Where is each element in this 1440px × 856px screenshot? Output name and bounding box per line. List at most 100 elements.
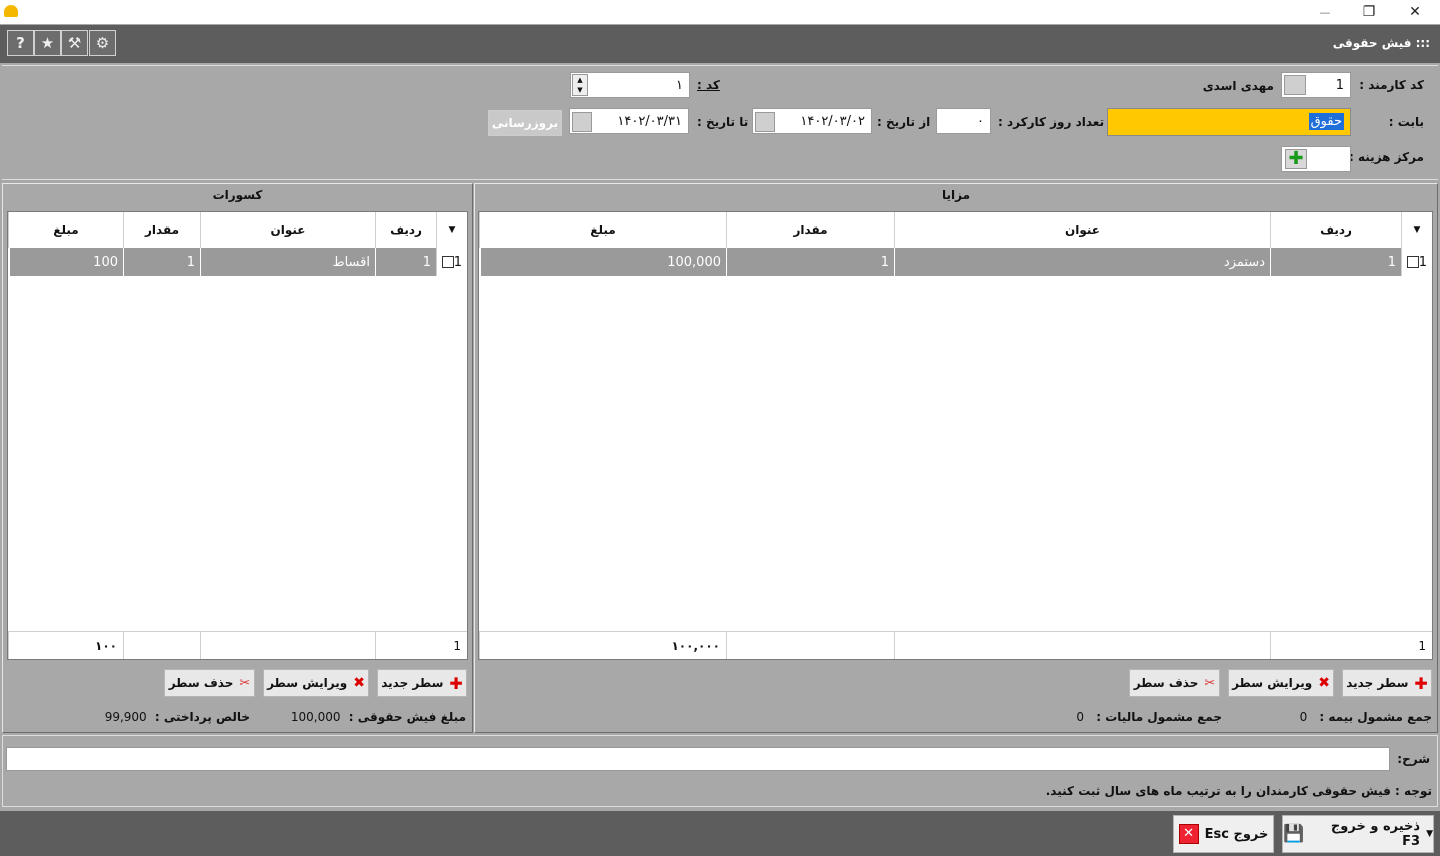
header-row-number[interactable]: ردیف (1270, 212, 1401, 248)
babat-value: حقوق (1308, 113, 1344, 130)
description-note: توجه : فیش حقوقی کارمندان را به ترتیب ما… (1045, 784, 1432, 798)
employee-lookup-button[interactable] (1284, 75, 1306, 95)
insurance-label: جمع مشمول بیمه : (1319, 710, 1432, 724)
description-label: شرح: (1397, 752, 1430, 766)
footer-title (894, 631, 1270, 659)
header-title[interactable]: عنوان (894, 212, 1270, 248)
slip-amount-label: مبلغ فیش حقوقی : (348, 710, 466, 724)
footer-count: 1 (375, 631, 467, 659)
benefits-title: مزایا (941, 188, 971, 202)
tax-value: 0 (1076, 710, 1085, 724)
code-label: کد : (697, 78, 720, 92)
insurance-value: 0 (1299, 710, 1308, 724)
footer-count: 1 (1270, 631, 1432, 659)
exit-button[interactable]: خروج Esc ✕ (1173, 815, 1274, 853)
deductions-grid: ▼ ردیف عنوان مقدار مبلغ 1 1 اقساط 1 100 … (7, 211, 468, 660)
to-date-picker-button[interactable] (572, 112, 592, 132)
button-label: حذف سطر (168, 676, 234, 690)
net-label: خالص پرداختی : (154, 710, 250, 724)
grid-menu-icon[interactable]: ▼ (436, 212, 467, 248)
net-value: 99,900 (104, 710, 147, 724)
header-row-number[interactable]: ردیف (375, 212, 436, 248)
exit-x-icon: ✕ (1178, 824, 1199, 844)
from-date-label: از تاریخ : (877, 115, 931, 129)
benefits-new-row-button[interactable]: ✚ سطر جدید (1342, 669, 1432, 697)
maximize-button[interactable]: ❐ (1346, 0, 1392, 24)
footer-amount: ۱۰۰ (8, 631, 123, 659)
delete-icon: ✂ (1204, 675, 1216, 691)
code-field[interactable]: ۱ (570, 72, 690, 98)
cell-amount[interactable]: 100 (9, 248, 123, 276)
description-input[interactable] (6, 747, 1390, 771)
to-date-label: تا تاریخ : (697, 115, 749, 129)
close-button[interactable]: ✕ (1392, 0, 1438, 24)
minimize-button[interactable]: — (1302, 0, 1348, 24)
header-amount[interactable]: مبلغ (479, 212, 726, 248)
edit-x-icon: ✖ (353, 675, 365, 691)
cell-title[interactable]: اقساط (200, 248, 375, 276)
cell-amount[interactable]: 100,000 (480, 248, 726, 276)
header-title[interactable]: عنوان (200, 212, 375, 248)
cell-qty[interactable]: 1 (726, 248, 894, 276)
deductions-edit-row-button[interactable]: ✖ ویرایش سطر (263, 669, 369, 697)
row-index: 1 (453, 254, 462, 270)
code-spinner[interactable]: ▲ ▼ (572, 74, 588, 96)
gear-icon[interactable]: ⚙ (89, 30, 116, 56)
grid-menu-icon[interactable]: ▼ (1401, 212, 1432, 248)
footer-title (200, 631, 375, 659)
cell-row-number[interactable]: 1 (1270, 248, 1401, 276)
footer-qty (123, 631, 200, 659)
header-amount[interactable]: مبلغ (8, 212, 123, 248)
employee-code-label: کد کارمند : (1359, 78, 1424, 92)
row-checkbox[interactable] (1407, 256, 1419, 268)
save-label: ذخیره و خروج F3 (1330, 819, 1421, 849)
button-label: سطر جدید (381, 676, 444, 690)
footer-qty (726, 631, 894, 659)
row-index: 1 (1418, 254, 1427, 270)
header-qty[interactable]: مقدار (123, 212, 200, 248)
insurance-total: جمع مشمول بیمه : 0 (1300, 710, 1432, 724)
button-label: سطر جدید (1346, 676, 1409, 690)
dropdown-arrow-icon: ▼ (1426, 829, 1433, 839)
work-days-label: تعداد روز کارکرد : (998, 115, 1105, 129)
from-date-picker-button[interactable] (755, 112, 775, 132)
save-exit-button[interactable]: ▼ ذخیره و خروج F3 💾 (1282, 815, 1434, 853)
cell-row-number[interactable]: 1 (375, 248, 436, 276)
cell-qty[interactable]: 1 (123, 248, 200, 276)
slip-amount: مبلغ فیش حقوقی : 100,000 (291, 710, 466, 724)
babat-field[interactable]: حقوق (1107, 108, 1351, 136)
star-icon[interactable]: ★ (34, 30, 61, 56)
window-titlebar: — ❐ ✕ (0, 0, 1440, 24)
button-label: حذف سطر (1133, 676, 1199, 690)
table-row[interactable]: 1 (436, 248, 467, 276)
header-qty[interactable]: مقدار (726, 212, 894, 248)
delete-icon: ✂ (239, 675, 251, 691)
benefits-edit-row-button[interactable]: ✖ ویرایش سطر (1228, 669, 1334, 697)
update-button[interactable]: بروزرسانی (488, 110, 562, 136)
work-days-field[interactable]: ۰ (936, 108, 991, 134)
deductions-title: کسورات (212, 188, 263, 202)
add-cost-center-icon[interactable]: ✚ (1285, 149, 1307, 169)
toolbar: ::: فیش حقوقی ? ★ ⚒ ⚙ (0, 25, 1440, 63)
from-date-value: ۱۴۰۲/۰۳/۰۲ (800, 113, 865, 129)
cell-title[interactable]: دستمزد (894, 248, 1270, 276)
tools-icon[interactable]: ⚒ (61, 30, 88, 56)
table-row[interactable]: 1 (1401, 248, 1432, 276)
work-days-value: ۰ (977, 113, 984, 129)
benefits-delete-row-button[interactable]: ✂ حذف سطر (1129, 669, 1220, 697)
app-logo-icon (4, 5, 18, 17)
row-checkbox[interactable] (442, 256, 454, 268)
save-disk-icon: 💾 (1283, 824, 1305, 844)
employee-code-value: 1 (1335, 77, 1344, 93)
plus-icon: ✚ (1414, 673, 1428, 693)
net-payment: خالص پرداختی : 99,900 (105, 710, 250, 724)
footer-amount: ۱۰۰,۰۰۰ (479, 631, 726, 659)
code-value: ۱ (676, 77, 683, 93)
button-label: ویرایش سطر (267, 676, 348, 690)
help-icon[interactable]: ? (7, 30, 34, 56)
exit-label: خروج Esc (1204, 826, 1269, 842)
deductions-new-row-button[interactable]: ✚ سطر جدید (377, 669, 467, 697)
babat-label: بابت : (1388, 115, 1424, 129)
deductions-delete-row-button[interactable]: ✂ حذف سطر (164, 669, 255, 697)
toolbar-title: ::: فیش حقوقی (1332, 36, 1430, 50)
